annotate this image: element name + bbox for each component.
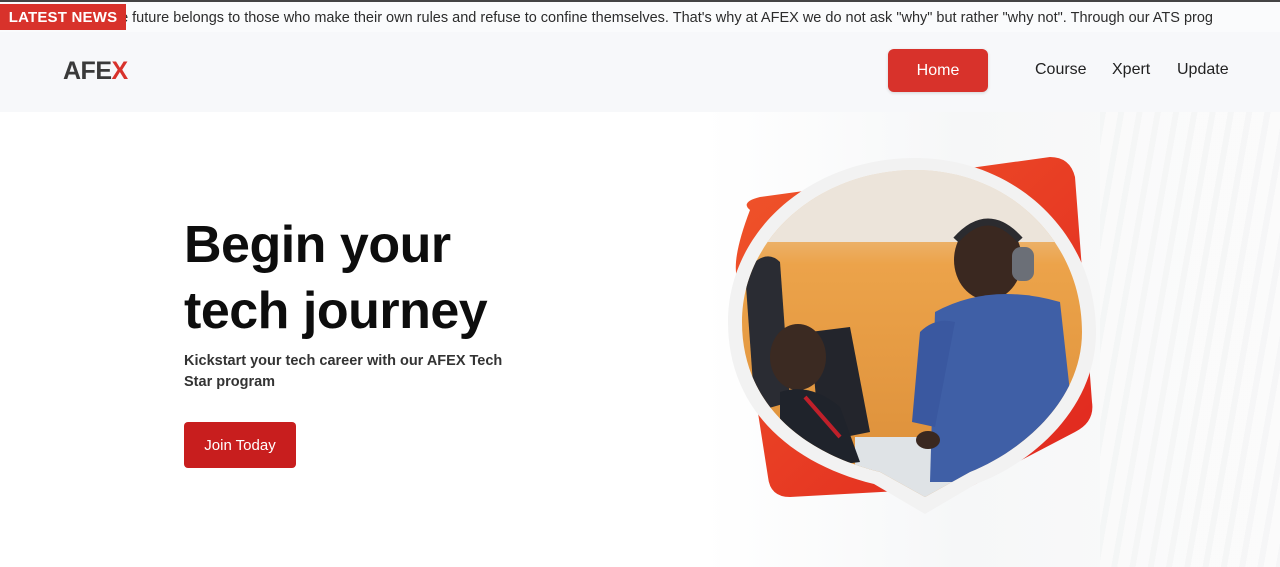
join-today-button[interactable]: Join Today bbox=[184, 422, 296, 468]
hero-image bbox=[728, 157, 1096, 514]
site-header: AFEX Home Course Xpert Update bbox=[0, 32, 1280, 112]
nav-xpert-link[interactable]: Xpert bbox=[1112, 61, 1150, 79]
hero-section: Begin your tech journey Kickstart your t… bbox=[0, 112, 1280, 567]
ticker-text: he future belongs to those who make thei… bbox=[112, 10, 1213, 26]
hero-title-line-1: Begin your bbox=[184, 216, 451, 274]
hero-title: Begin your tech journey bbox=[184, 212, 604, 344]
nav-course-link[interactable]: Course bbox=[1035, 61, 1087, 79]
hero-title-line-2: tech journey bbox=[184, 282, 488, 340]
nav-update-link[interactable]: Update bbox=[1177, 61, 1229, 79]
logo-text: AFE bbox=[63, 57, 112, 85]
afex-logo[interactable]: AFEX bbox=[63, 57, 128, 86]
latest-news-badge: LATEST NEWS bbox=[0, 4, 126, 30]
nav-home-button[interactable]: Home bbox=[888, 49, 988, 92]
background-stripes bbox=[1100, 112, 1280, 567]
hero-subtitle: Kickstart your tech career with our AFEX… bbox=[184, 353, 503, 390]
news-ticker: LATEST NEWS he future belongs to those w… bbox=[0, 0, 1280, 32]
logo-accent: X bbox=[111, 57, 129, 85]
